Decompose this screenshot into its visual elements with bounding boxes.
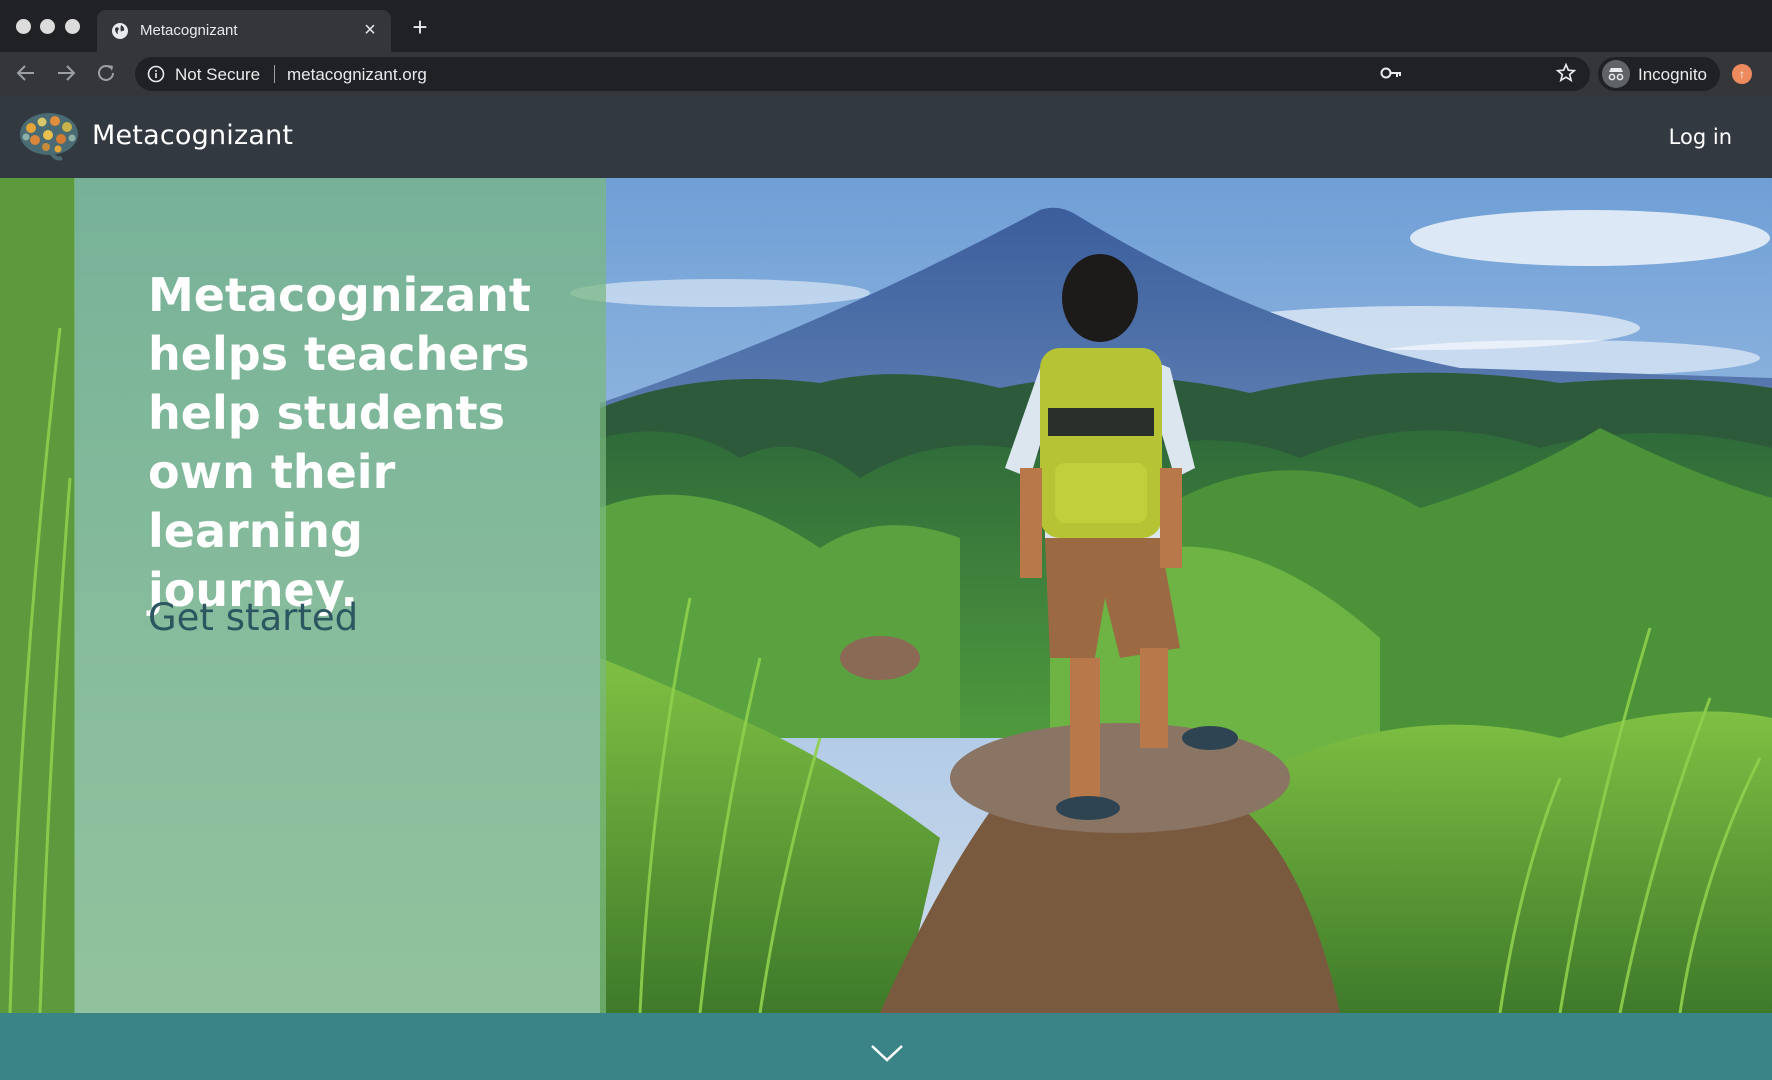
close-window-button[interactable]	[16, 19, 31, 34]
url-separator	[274, 65, 275, 83]
tab-title: Metacognizant	[140, 22, 238, 39]
login-link[interactable]: Log in	[1669, 125, 1732, 149]
back-button[interactable]	[14, 61, 38, 85]
brand-name[interactable]: Metacognizant	[92, 120, 293, 151]
new-tab-button[interactable]: +	[408, 14, 432, 40]
incognito-label: Incognito	[1638, 65, 1707, 84]
info-icon[interactable]	[147, 65, 165, 83]
tab-close-icon[interactable]: ×	[359, 19, 381, 41]
site-header: Metacognizant Log in	[0, 96, 1772, 178]
reload-button[interactable]	[94, 61, 118, 85]
security-status: Not Secure	[175, 65, 261, 84]
key-icon[interactable]	[1380, 66, 1402, 80]
address-bar[interactable]: Not Secure metacognizant.org	[135, 57, 1590, 91]
incognito-icon	[1602, 60, 1630, 88]
tab-strip: Metacognizant × +	[0, 0, 1772, 52]
incognito-profile-button[interactable]: Incognito	[1598, 57, 1720, 91]
chevron-down-icon[interactable]	[870, 1043, 904, 1063]
browser-chrome: Metacognizant × + Not Secure metacogniza…	[0, 0, 1772, 96]
brain-logo-icon[interactable]	[18, 110, 80, 162]
globe-icon	[112, 23, 128, 39]
update-icon[interactable]: ↑	[1732, 64, 1752, 84]
scroll-down-band	[0, 1013, 1772, 1080]
hero-section: Metacognizant helps teachers help studen…	[0, 178, 1772, 1013]
forward-button[interactable]	[54, 61, 78, 85]
get-started-link[interactable]: Get started	[148, 596, 358, 639]
hero-headline: Metacognizant helps teachers help studen…	[148, 268, 531, 617]
minimize-window-button[interactable]	[40, 19, 55, 34]
url-text[interactable]: metacognizant.org	[287, 65, 427, 85]
bookmark-star-icon[interactable]	[1555, 62, 1577, 84]
browser-tab[interactable]: Metacognizant ×	[97, 10, 391, 52]
maximize-window-button[interactable]	[65, 19, 80, 34]
hero-overlay-panel: Metacognizant helps teachers help studen…	[74, 178, 606, 1013]
